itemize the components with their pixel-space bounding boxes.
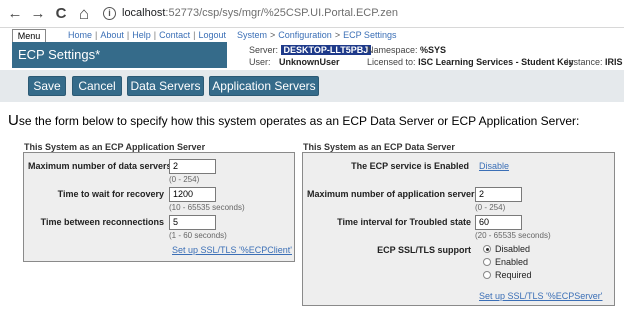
ssl-option-required[interactable]: Required (483, 270, 532, 280)
ssl-support-label: ECP SSL/TLS support (377, 245, 471, 255)
max-app-servers-input[interactable]: 2 (475, 187, 522, 202)
radio-empty-icon[interactable] (483, 271, 491, 279)
server-value: DESKTOP-LLT5PBJ (280, 45, 372, 55)
troubled-interval-hint: (20 - 65535 seconds) (475, 231, 551, 240)
breadcrumb-ecp-settings[interactable]: ECP Settings (343, 30, 396, 40)
recovery-wait-hint: (10 - 65535 seconds) (169, 203, 245, 212)
home-icon[interactable]: ⌂ (75, 5, 93, 23)
max-data-servers-hint: (0 - 254) (169, 175, 200, 184)
app-server-panel: Maximum number of data servers 2 (0 - 25… (23, 152, 295, 262)
instructions-body: se the form below to specify how this sy… (18, 114, 580, 128)
server-label: Server: (249, 45, 279, 55)
server-info: Server: DESKTOP-LLT5PBJ (249, 45, 372, 55)
address-bar[interactable]: localhost:52773/csp/sys/mgr/%25CSP.UI.Po… (122, 7, 398, 19)
radio-empty-icon[interactable] (483, 258, 491, 266)
user-info: User: UnknownUser (249, 57, 340, 67)
command-bar: Save Cancel Data Servers Application Ser… (0, 70, 624, 102)
site-info-icon[interactable]: i (103, 7, 116, 20)
data-server-panel: The ECP service is Enabled Disable Maxim… (302, 152, 615, 306)
about-link[interactable]: About (100, 30, 124, 40)
user-value: UnknownUser (279, 57, 340, 67)
ssl-ecpserver-link[interactable]: Set up SSL/TLS '%ECPServer' (479, 291, 603, 301)
user-label: User: (249, 57, 271, 67)
ecp-service-status-label: The ECP service is Enabled (351, 161, 469, 171)
license-info: Licensed to: ISC Learning Services - Stu… (367, 57, 574, 67)
reconnect-interval-hint: (1 - 60 seconds) (169, 231, 227, 240)
help-link[interactable]: Help (132, 30, 151, 40)
home-link[interactable]: Home (68, 30, 92, 40)
browser-toolbar: ← → C ⌂ i localhost:52773/csp/sys/mgr/%2… (0, 0, 624, 28)
licensed-label: Licensed to: (367, 57, 416, 67)
back-arrow-icon[interactable]: ← (6, 5, 24, 23)
max-data-servers-label: Maximum number of data servers (28, 161, 172, 171)
breadcrumb: System > Configuration > ECP Settings (237, 30, 396, 40)
breadcrumb-system[interactable]: System (237, 30, 267, 40)
contact-link[interactable]: Contact (159, 30, 190, 40)
instance-label: Instance: (566, 57, 603, 67)
app-server-panel-title: This System as an ECP Application Server (24, 142, 206, 152)
save-button[interactable]: Save (28, 76, 66, 96)
ssl-option-label: Disabled (495, 244, 531, 254)
url-host: localhost (122, 7, 166, 19)
recovery-wait-label: Time to wait for recovery (57, 189, 164, 199)
application-servers-button[interactable]: Application Servers (209, 76, 319, 96)
link-separator: | (126, 30, 130, 40)
instance-info: Instance: IRIS (566, 57, 623, 67)
data-server-panel-title: This System as an ECP Data Server (303, 142, 455, 152)
instructions-initial: U (8, 112, 19, 129)
breadcrumb-configuration[interactable]: Configuration (278, 30, 332, 40)
reload-icon[interactable]: C (52, 5, 70, 23)
namespace-label: Namespace: (367, 45, 418, 55)
ssl-option-disabled[interactable]: Disabled (483, 244, 530, 254)
breadcrumb-separator: > (334, 30, 341, 40)
link-separator: | (193, 30, 196, 40)
forward-arrow-icon[interactable]: → (29, 5, 47, 23)
reconnect-interval-label: Time between reconnections (40, 217, 164, 227)
namespace-info: Namespace: %SYS (367, 45, 446, 55)
cancel-button[interactable]: Cancel (72, 76, 122, 96)
recovery-wait-input[interactable]: 1200 (169, 187, 216, 202)
namespace-value: %SYS (420, 45, 447, 55)
url-path: :52773/csp/sys/mgr/%25CSP.UI.Portal.ECP.… (165, 7, 398, 19)
instance-value: IRIS (605, 57, 623, 67)
data-servers-button[interactable]: Data Servers (127, 76, 204, 96)
reconnect-interval-input[interactable]: 5 (169, 215, 216, 230)
top-links: Home | About | Help | Contact | Logout (68, 30, 226, 40)
max-app-servers-label: Maximum number of application servers (307, 189, 480, 199)
max-app-servers-hint: (0 - 254) (475, 203, 506, 212)
radio-selected-icon[interactable] (483, 245, 491, 253)
link-separator: | (95, 30, 98, 40)
max-data-servers-input[interactable]: 2 (169, 159, 216, 174)
ssl-option-enabled[interactable]: Enabled (483, 257, 528, 267)
licensed-value: ISC Learning Services - Student Key (418, 57, 574, 67)
title-bar: ECP Settings* (12, 42, 227, 68)
troubled-interval-label: Time interval for Troubled state (337, 217, 471, 227)
ssl-option-label: Enabled (495, 257, 529, 267)
ssl-option-label: Required (495, 270, 532, 280)
menu-button[interactable]: Menu (12, 29, 46, 42)
logout-link[interactable]: Logout (198, 30, 226, 40)
disable-service-link[interactable]: Disable (479, 161, 509, 171)
portal-header: Menu ECP Settings* Home | About | Help | Conta… (0, 28, 624, 70)
troubled-interval-input[interactable]: 60 (475, 215, 522, 230)
breadcrumb-separator: > (270, 30, 276, 40)
page-title: ECP Settings* (18, 47, 101, 62)
ssl-ecpclient-link[interactable]: Set up SSL/TLS '%ECPClient' (172, 245, 292, 255)
instructions-text: Use the form below to specify how this s… (8, 112, 579, 129)
link-separator: | (153, 30, 157, 40)
